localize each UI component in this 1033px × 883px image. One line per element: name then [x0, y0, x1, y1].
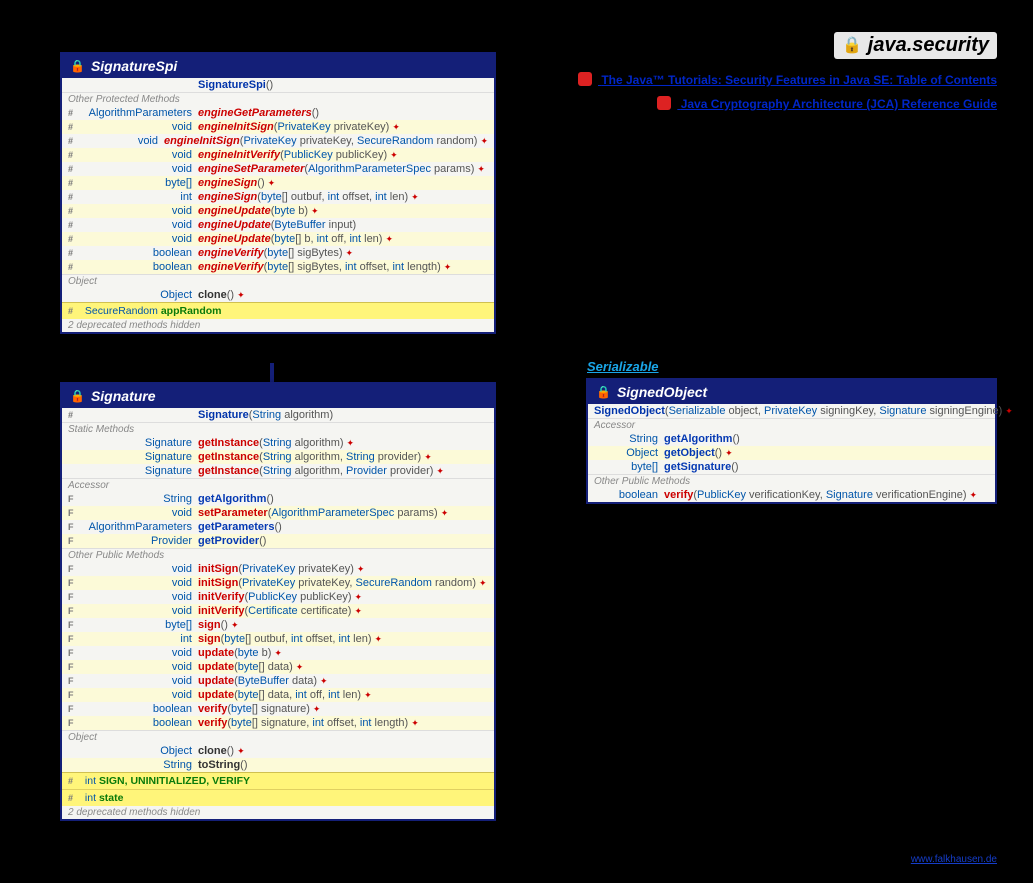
method-row: StringtoString()	[62, 758, 494, 772]
method-row: #voidengineUpdate(byte b)✦	[62, 204, 494, 218]
method-row: #voidengineInitSign(PrivateKey privateKe…	[62, 120, 494, 134]
method-row: Objectclone()✦	[62, 744, 494, 758]
method-row: Fbooleanverify(byte[] signature)✦	[62, 702, 494, 716]
method-row: FvoidsetParameter(AlgorithmParameterSpec…	[62, 506, 494, 520]
method-row: Fvoidupdate(byte[] data)✦	[62, 660, 494, 674]
method-row: Fbooleanverify(byte[] signature, int off…	[62, 716, 494, 730]
package-name: java.security	[868, 34, 989, 56]
section-accessor: Accessor	[588, 418, 995, 432]
const-band: # int SIGN, UNINITIALIZED, VERIFY	[62, 772, 494, 789]
method-row: Fvoidupdate(byte[] data, int off, int le…	[62, 688, 494, 702]
method-row: #intengineSign(byte[] outbuf, int offset…	[62, 190, 494, 204]
class-signature: 🔒 Signature # Signature (String algorith…	[60, 382, 496, 821]
class-header-signature[interactable]: 🔒 Signature	[62, 384, 494, 408]
lock-icon: 🔒	[70, 59, 85, 73]
method-row: FStringgetAlgorithm()	[62, 492, 494, 506]
method-row: StringgetAlgorithm()	[588, 432, 995, 446]
method-row: byte[]getSignature()	[588, 460, 995, 474]
method-row: ObjectgetObject()✦	[588, 446, 995, 460]
oracle-bullet-icon	[657, 96, 671, 110]
method-row: FvoidinitSign(PrivateKey privateKey)✦	[62, 562, 494, 576]
footer-link[interactable]: www.falkhausen.de	[911, 854, 997, 865]
method-row: Fvoidupdate(byte b)✦	[62, 646, 494, 660]
constructor-row: SignedObject (Serializable object, Priva…	[588, 404, 995, 418]
method-row: Fvoidupdate(ByteBuffer data)✦	[62, 674, 494, 688]
section-accessor: Accessor	[62, 478, 494, 492]
method-row: #voidengineInitSign(PrivateKey privateKe…	[62, 134, 494, 148]
hidden-note: 2 deprecated methods hidden	[62, 806, 494, 819]
method-row: SignaturegetInstance(String algorithm, P…	[62, 464, 494, 478]
inheritance-connector	[270, 363, 274, 383]
state-band: # int state	[62, 789, 494, 806]
section-other-public: Other Public Methods	[588, 474, 995, 488]
link-tutorials[interactable]: The Java™ Tutorials: Security Features i…	[578, 72, 997, 87]
interface-serializable[interactable]: Serializable	[587, 359, 659, 374]
method-row: #AlgorithmParametersengineGetParameters(…	[62, 106, 494, 120]
class-signed-object: 🔒 SignedObject SignedObject (Serializabl…	[586, 378, 997, 504]
method-row: FvoidinitVerify(Certificate certificate)…	[62, 604, 494, 618]
method-row: #voidengineUpdate(byte[] b, int off, int…	[62, 232, 494, 246]
method-row: SignaturegetInstance(String algorithm)✦	[62, 436, 494, 450]
method-row: FvoidinitSign(PrivateKey privateKey, Sec…	[62, 576, 494, 590]
method-row: FAlgorithmParametersgetParameters()	[62, 520, 494, 534]
oracle-bullet-icon	[578, 72, 592, 86]
method-row: FProvidergetProvider()	[62, 534, 494, 548]
method-row: #voidengineUpdate(ByteBuffer input)	[62, 218, 494, 232]
class-header-signature-spi[interactable]: 🔒 SignatureSpi	[62, 54, 494, 78]
section-other-public: Other Public Methods	[62, 548, 494, 562]
method-row: #byte[]engineSign()✦	[62, 176, 494, 190]
method-row: #booleanengineVerify(byte[] sigBytes)✦	[62, 246, 494, 260]
class-header-signed-object[interactable]: 🔒 SignedObject	[588, 380, 995, 404]
method-row: #booleanengineVerify(byte[] sigBytes, in…	[62, 260, 494, 274]
constructor-row: # Signature (String algorithm)	[62, 408, 494, 422]
method-row: FvoidinitVerify(PublicKey publicKey)✦	[62, 590, 494, 604]
section-object: Object	[62, 730, 494, 744]
section-object: Object	[62, 274, 494, 288]
section-other-protected: Other Protected Methods	[62, 92, 494, 106]
package-title: 🔒 java.security	[834, 32, 997, 59]
link-jca[interactable]: Java Cryptography Architecture (JCA) Ref…	[657, 96, 997, 111]
lock-icon: 🔒	[842, 37, 862, 54]
method-row: booleanverify(PublicKey verificationKey,…	[588, 488, 995, 502]
method-row: SignaturegetInstance(String algorithm, S…	[62, 450, 494, 464]
method-row: Objectclone()✦	[62, 288, 494, 302]
class-signature-spi: 🔒 SignatureSpi SignatureSpi () Other Pro…	[60, 52, 496, 334]
method-row: Fbyte[]sign()✦	[62, 618, 494, 632]
lock-icon: 🔒	[70, 389, 85, 403]
field-band: # SecureRandom appRandom	[62, 302, 494, 319]
method-row: Fintsign(byte[] outbuf, int offset, int …	[62, 632, 494, 646]
method-row: #voidengineInitVerify(PublicKey publicKe…	[62, 148, 494, 162]
hidden-note: 2 deprecated methods hidden	[62, 319, 494, 332]
section-static: Static Methods	[62, 422, 494, 436]
method-row: #voidengineSetParameter(AlgorithmParamet…	[62, 162, 494, 176]
lock-icon: 🔒	[596, 385, 611, 399]
constructor-row: SignatureSpi ()	[62, 78, 494, 92]
